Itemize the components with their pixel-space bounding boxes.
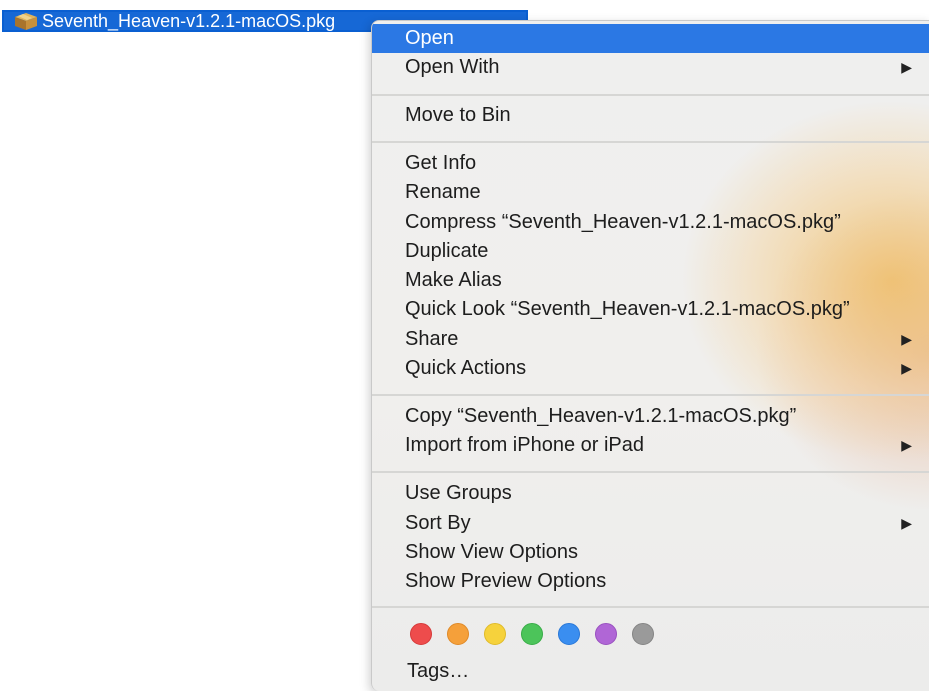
menu-separator — [372, 141, 929, 143]
menu-item-show-view-options[interactable]: Show View Options — [372, 538, 929, 567]
tag-green-icon[interactable] — [521, 623, 543, 645]
menu-separator — [372, 606, 929, 608]
submenu-arrow-icon: ▶ — [901, 331, 912, 347]
menu-item-label: Import from iPhone or iPad — [405, 434, 644, 456]
menu-item-label: Use Groups — [405, 482, 512, 504]
package-icon — [15, 13, 37, 30]
menu-item-rename[interactable]: Rename — [372, 178, 929, 207]
tags-label: Tags… — [407, 660, 470, 682]
menu-item-share[interactable]: Share ▶ — [372, 325, 929, 354]
menu-item-quick-actions[interactable]: Quick Actions ▶ — [372, 354, 929, 383]
tag-gray-icon[interactable] — [632, 623, 654, 645]
menu-item-import-iphone[interactable]: Import from iPhone or iPad ▶ — [372, 431, 929, 460]
menu-item-label: Open With — [405, 56, 500, 78]
menu-item-label: Open — [405, 27, 454, 49]
menu-separator — [372, 471, 929, 473]
submenu-arrow-icon: ▶ — [901, 515, 912, 531]
menu-item-move-to-bin[interactable]: Move to Bin — [372, 101, 929, 130]
menu-separator — [372, 394, 929, 396]
menu-item-label: Sort By — [405, 512, 471, 534]
menu-item-label: Show Preview Options — [405, 570, 607, 592]
menu-item-label: Show View Options — [405, 541, 579, 563]
menu-item-get-info[interactable]: Get Info — [372, 149, 929, 178]
menu-item-label: Duplicate — [405, 240, 489, 262]
file-name: Seventh_Heaven-v1.2.1-macOS.pkg — [42, 11, 336, 31]
tag-orange-icon[interactable] — [447, 623, 469, 645]
tag-blue-icon[interactable] — [558, 623, 580, 645]
menu-item-label: Quick Look “Seventh_Heaven-v1.2.1-macOS.… — [405, 298, 850, 320]
menu-item-label: Get Info — [405, 152, 477, 174]
menu-item-label: Rename — [405, 181, 481, 203]
tag-purple-icon[interactable] — [595, 623, 617, 645]
menu-item-open-with[interactable]: Open With ▶ — [372, 53, 929, 82]
submenu-arrow-icon: ▶ — [901, 437, 912, 453]
tag-red-icon[interactable] — [410, 623, 432, 645]
context-menu: Tags… Open Open With ▶ Move to Bin Get Info R… — [371, 20, 929, 691]
menu-item-make-alias[interactable]: Make Alias — [372, 266, 929, 295]
tags-item[interactable]: Tags… — [372, 657, 929, 686]
menu-item-duplicate[interactable]: Duplicate — [372, 237, 929, 266]
submenu-arrow-icon: ▶ — [901, 59, 912, 75]
tag-yellow-icon[interactable] — [484, 623, 506, 645]
tag-colors — [410, 623, 654, 645]
menu-item-sort-by[interactable]: Sort By ▶ — [372, 509, 929, 538]
menu-item-quick-look[interactable]: Quick Look “Seventh_Heaven-v1.2.1-macOS.… — [372, 295, 929, 324]
menu-item-open[interactable]: Open — [372, 24, 929, 53]
menu-item-label: Copy “Seventh_Heaven-v1.2.1-macOS.pkg” — [405, 405, 797, 427]
menu-item-label: Move to Bin — [405, 104, 511, 126]
menu-item-label: Share — [405, 328, 459, 350]
menu-item-use-groups[interactable]: Use Groups — [372, 479, 929, 508]
menu-item-label: Compress “Seventh_Heaven-v1.2.1-macOS.pk… — [405, 211, 841, 233]
menu-item-compress[interactable]: Compress “Seventh_Heaven-v1.2.1-macOS.pk… — [372, 208, 929, 237]
menu-separator — [372, 94, 929, 96]
submenu-arrow-icon: ▶ — [901, 360, 912, 376]
menu-item-show-preview-options[interactable]: Show Preview Options — [372, 567, 929, 596]
menu-item-copy[interactable]: Copy “Seventh_Heaven-v1.2.1-macOS.pkg” — [372, 402, 929, 431]
menu-item-label: Make Alias — [405, 269, 502, 291]
menu-item-label: Quick Actions — [405, 357, 527, 379]
